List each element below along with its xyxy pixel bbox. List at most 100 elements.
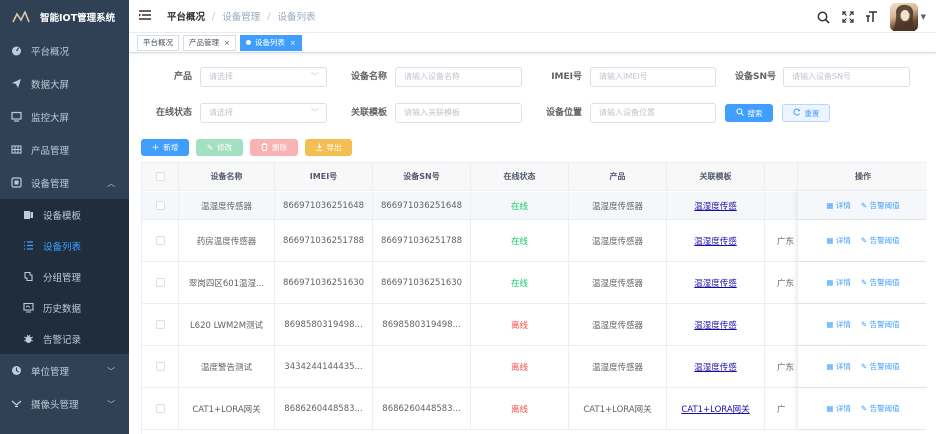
alarm-threshold-link[interactable]: ✎ 告警阈值 <box>861 277 900 288</box>
chevron-up-icon: ︿ <box>107 179 115 188</box>
product-cell-wrap: 温湿度传感器 <box>569 262 667 303</box>
operations-cell: ▦ 详情 ✎ 告警阈值 <box>797 388 927 429</box>
detail-link[interactable]: ▦ 详情 <box>826 319 850 330</box>
template-link[interactable]: 温湿度传感 <box>694 277 737 289</box>
location-input[interactable]: 请输入设备位置 <box>590 103 716 123</box>
table-row[interactable]: L620 LWM2M测试 8698580319498... 869858031949… <box>142 304 927 346</box>
column-header[interactable]: 产品 <box>569 163 667 190</box>
sn-input[interactable]: 请输入设备SN号 <box>783 67 910 87</box>
logo[interactable]: 智能IOT管理系统 <box>0 0 129 34</box>
row-checkbox[interactable] <box>155 278 165 287</box>
imei-cell: 3434244144435... <box>284 361 363 372</box>
device-name-cell: 翠岗四区601温湿... <box>188 278 265 289</box>
sidebar-item-device-template[interactable]: 设备模板 <box>0 199 129 230</box>
reset-button[interactable]: 重置 <box>782 104 830 122</box>
status-cell-wrap: 在线 <box>471 220 569 261</box>
alarm-threshold-link[interactable]: ✎ 告警阈值 <box>861 361 900 372</box>
sidebar-item-camera-management[interactable]: 摄像头管理 ﹀ <box>0 387 129 420</box>
edit-icon: ✎ <box>860 404 870 413</box>
search-icon[interactable] <box>812 7 836 27</box>
sidebar-item-group-management[interactable]: 分组管理 <box>0 261 129 292</box>
imei-input[interactable]: 请输入IMEI号 <box>590 67 716 87</box>
sidebar-item-data-screen[interactable]: 数据大屏 <box>0 67 129 100</box>
select-all-checkbox[interactable] <box>155 172 165 181</box>
download-icon <box>316 143 323 153</box>
list-icon <box>22 240 34 252</box>
column-header[interactable]: 在线状态 <box>471 163 569 190</box>
row-checkbox[interactable] <box>155 236 165 245</box>
imei-cell-wrap: 8686260448583... <box>275 388 373 429</box>
table-row[interactable]: 药房温度传感器 866971036251788 866971036251788 在线 温… <box>142 220 927 262</box>
column-header[interactable]: 设备SN号 <box>373 163 471 190</box>
sidebar-item-platform-overview[interactable]: 平台概况 <box>0 34 129 67</box>
table-row[interactable]: 温湿度传感器 866971036251648 866971036251648 在线 温湿… <box>142 192 927 220</box>
detail-icon: ▦ <box>826 404 836 413</box>
alarm-threshold-link[interactable]: ✎ 告警阈值 <box>861 319 900 330</box>
grid-icon <box>10 144 22 156</box>
sidebar-item-label: 分组管理 <box>43 272 82 284</box>
fullscreen-icon[interactable] <box>836 7 860 27</box>
edit-button[interactable]: ✎ 修改 <box>196 139 243 156</box>
close-icon[interactable]: × <box>224 39 230 47</box>
column-header[interactable]: IMEI号 <box>275 163 373 190</box>
detail-link[interactable]: ▦ 详情 <box>826 200 850 211</box>
imei-cell-wrap: 866971036251630 <box>275 262 373 303</box>
row-checkbox[interactable] <box>155 362 165 371</box>
template-link[interactable]: 温湿度传感 <box>694 235 737 247</box>
sidebar-item-device-list[interactable]: 设备列表 <box>0 230 129 261</box>
avatar[interactable] <box>889 3 918 31</box>
sidebar-item-product-management[interactable]: 产品管理 <box>0 133 129 166</box>
detail-link[interactable]: ▦ 详情 <box>826 277 850 288</box>
sidebar-item-history-data[interactable]: 历史数据 <box>0 292 129 323</box>
sn-cell-wrap: 8686260448583... <box>373 388 471 429</box>
alarm-threshold-link[interactable]: ✎ 告警阈值 <box>861 200 900 211</box>
delete-button[interactable]: 删除 <box>250 139 298 156</box>
device-name-input[interactable]: 请输入设备名称 <box>395 67 522 87</box>
sidebar-item-alarm-records[interactable]: 告警记录 <box>0 323 129 354</box>
template-link[interactable]: CAT1+LORA网关 <box>681 403 749 415</box>
template-link[interactable]: 温湿度传感 <box>694 361 737 373</box>
column-header[interactable]: 设备名称 <box>179 163 275 190</box>
row-checkbox[interactable] <box>155 201 165 210</box>
table-row[interactable]: 翠岗四区601温湿... 866971036251630 8669710362516… <box>142 262 927 304</box>
template-icon <box>22 209 34 221</box>
tag-product-management[interactable]: 产品管理 × <box>183 34 236 51</box>
detail-link[interactable]: ▦ 详情 <box>826 361 850 372</box>
region-cell: 广东 <box>777 362 795 373</box>
imei-cell: 866971036251648 <box>282 200 365 211</box>
row-checkbox[interactable] <box>155 404 165 413</box>
alarm-threshold-link[interactable]: ✎ 告警阈值 <box>861 403 900 414</box>
detail-link[interactable]: ▦ 详情 <box>826 403 850 414</box>
caret-down-icon[interactable]: ▼ <box>921 13 926 21</box>
close-icon[interactable]: × <box>290 39 296 47</box>
sidebar-item-unit-management[interactable]: 单位管理 ﹀ <box>0 354 129 387</box>
add-button[interactable]: + 新增 <box>141 139 189 156</box>
product-select[interactable]: 请选择 ﹀ <box>200 67 327 87</box>
template-input[interactable]: 请输入关联模板 <box>395 103 522 123</box>
table-row[interactable]: 温度警告测试 3434244144435... 离线 温湿度传感器 温湿度传感 广东 ▦ 详… <box>142 346 927 388</box>
export-button[interactable]: 导出 <box>305 139 352 156</box>
alarm-threshold-link[interactable]: ✎ 告警阈值 <box>861 235 900 246</box>
detail-link[interactable]: ▦ 详情 <box>826 235 850 246</box>
row-checkbox[interactable] <box>155 320 165 329</box>
send-icon <box>10 78 22 90</box>
search-button[interactable]: 搜索 <box>725 104 773 122</box>
tag-device-list[interactable]: 设备列表 × <box>239 34 302 51</box>
sidebar-item-device-management[interactable]: 设备管理 ︿ <box>0 166 129 199</box>
online-status-select[interactable]: 请选择 ﹀ <box>200 103 327 123</box>
font-size-icon[interactable] <box>860 7 884 27</box>
hamburger-icon[interactable] <box>139 9 161 23</box>
breadcrumb-item[interactable]: 平台概况 <box>167 9 205 23</box>
template-link[interactable]: 温湿度传感 <box>694 200 737 212</box>
sidebar-item-monitor-screen[interactable]: 监控大屏 <box>0 100 129 133</box>
tag-label: 产品管理 <box>189 38 219 47</box>
table-row[interactable]: CAT1+LORA网关 8686260448583... 8686260448583… <box>142 388 927 430</box>
operations-cell: ▦ 详情 ✎ 告警阈值 <box>797 346 927 387</box>
tag-label: 平台概况 <box>143 38 173 47</box>
device-name-cell-wrap: 翠岗四区601温湿... <box>179 262 275 303</box>
tag-platform-overview[interactable]: 平台概况 <box>137 34 179 51</box>
button-label: 修改 <box>217 143 233 152</box>
column-header[interactable]: 关联模板 <box>667 163 765 190</box>
template-link[interactable]: 温湿度传感 <box>694 319 737 331</box>
status-cell: 离线 <box>510 404 528 415</box>
